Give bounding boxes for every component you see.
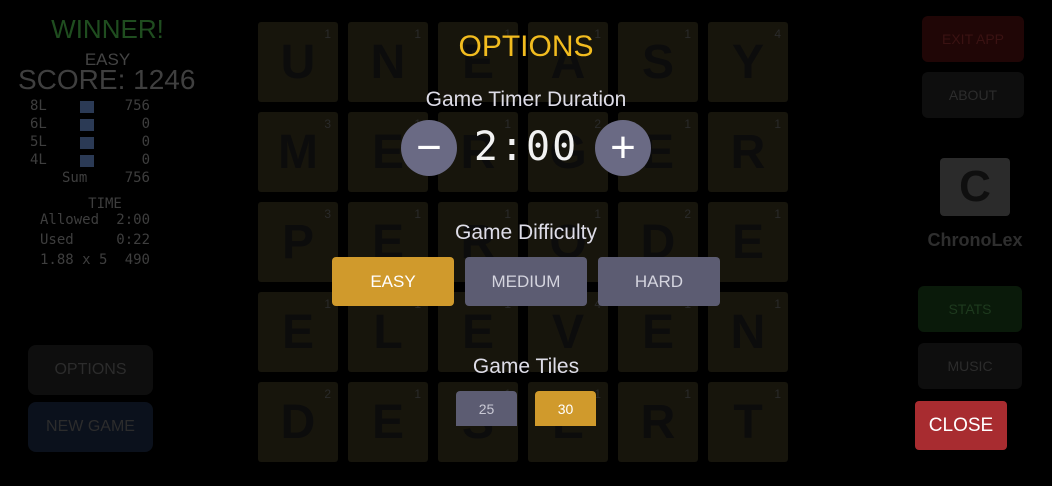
tiles-25-button[interactable]: 25 bbox=[456, 391, 517, 426]
decrease-timer-button[interactable]: − bbox=[401, 120, 457, 176]
timer-value: 2:00 bbox=[473, 124, 579, 170]
difficulty-hard-button[interactable]: HARD bbox=[598, 257, 720, 306]
minus-icon: − bbox=[416, 123, 442, 172]
difficulty-easy-button[interactable]: EASY bbox=[332, 257, 454, 306]
close-button[interactable]: CLOSE bbox=[915, 401, 1007, 450]
timer-label: Game Timer Duration bbox=[425, 88, 627, 111]
tiles-label: Game Tiles bbox=[472, 355, 580, 378]
difficulty-label: Game Difficulty bbox=[455, 221, 597, 244]
options-modal: OPTIONS Game Timer Duration − 2:00 + Gam… bbox=[0, 0, 1052, 486]
plus-icon: + bbox=[610, 123, 636, 172]
difficulty-medium-button[interactable]: MEDIUM bbox=[465, 257, 587, 306]
increase-timer-button[interactable]: + bbox=[595, 120, 651, 176]
tiles-30-button[interactable]: 30 bbox=[535, 391, 596, 426]
options-title: OPTIONS bbox=[458, 30, 594, 63]
